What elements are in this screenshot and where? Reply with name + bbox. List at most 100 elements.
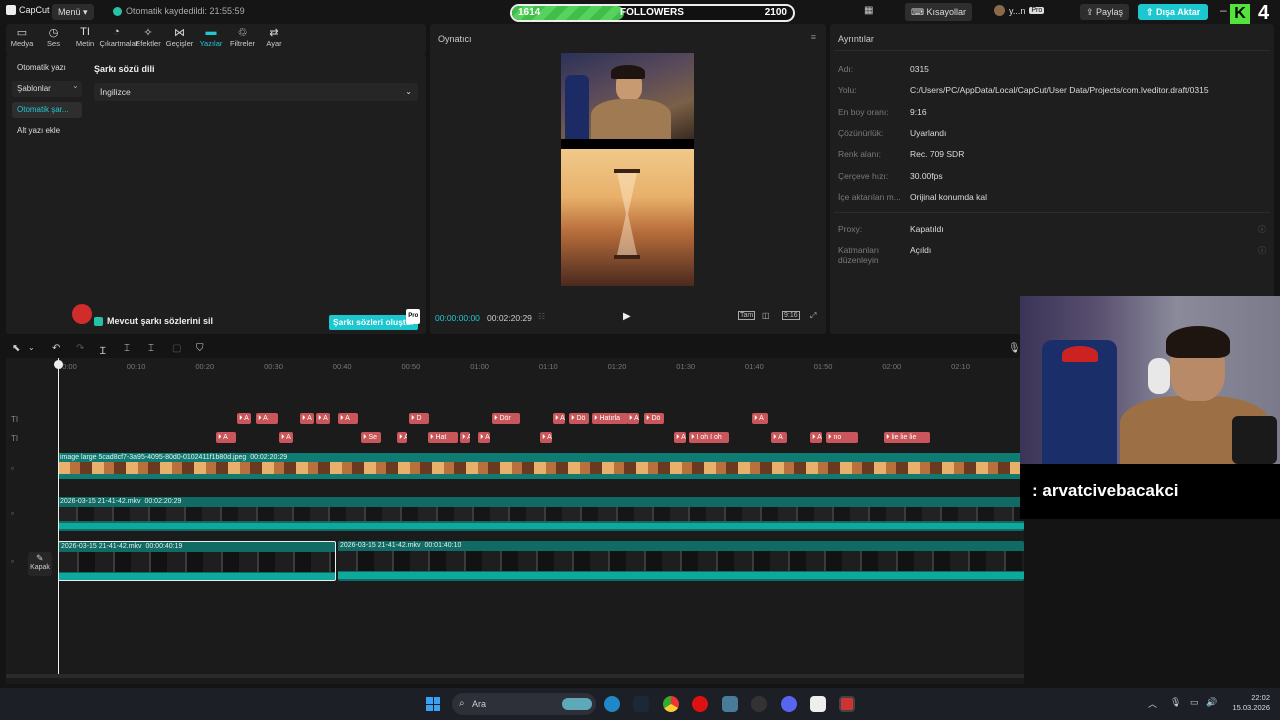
sidebar-item[interactable]: Otomatik şar...: [12, 102, 82, 118]
split-right-icon[interactable]: ⌶: [148, 343, 154, 354]
caption-clip[interactable]: ⏵ A: [300, 413, 314, 424]
timeline-scrollbar[interactable]: [6, 674, 1024, 678]
discord-icon[interactable]: [781, 696, 797, 712]
menu-icon[interactable]: ≡: [811, 32, 816, 42]
capcut-icon[interactable]: [810, 696, 826, 712]
tab-yazılar[interactable]: ▬ Yazılar: [194, 26, 228, 48]
caption-clip[interactable]: ⏵ A: [553, 413, 565, 424]
generate-label: Şarkı sözleri oluştur: [333, 317, 415, 327]
caption-clip[interactable]: ⏵ A: [674, 432, 686, 443]
caption-clip[interactable]: ⏵ Hat: [428, 432, 458, 443]
tab-medya[interactable]: ▭ Medya: [5, 26, 39, 48]
redo-icon[interactable]: ↷: [76, 343, 84, 354]
video-clip[interactable]: 2026-03-15 21-41-42.mkv 00:02:20:29: [58, 497, 1024, 531]
tab-çıkartmalar[interactable]: ◔ Çıkartmalar: [100, 26, 139, 48]
generate-lyrics-button[interactable]: Şarkı sözleri oluştur Pro: [329, 309, 421, 330]
caption-clip[interactable]: ⏵ A: [216, 432, 236, 443]
expand-icon[interactable]: ⤢: [810, 311, 816, 321]
video-clip[interactable]: 2026-03-15 21-41-42.mkv 00:01:40:10: [338, 541, 1024, 581]
caption-clip[interactable]: ⏵ A: [237, 413, 251, 424]
caption-clip[interactable]: ⏵ A: [540, 432, 552, 443]
image-clip[interactable]: image large 5cad8cf7-3a95-4095-80d0-0102…: [58, 453, 1024, 479]
caption-clip[interactable]: ⏵ Dö: [644, 413, 664, 424]
caption-clip[interactable]: ⏵ A: [279, 432, 293, 443]
text-icon: ⏵: [594, 415, 598, 422]
tab-metin[interactable]: TI Metin: [68, 26, 102, 48]
tab-ayar[interactable]: ⇄ Ayar: [257, 26, 291, 48]
playhead[interactable]: [58, 358, 59, 678]
caption-clip[interactable]: ⏵ Dö: [569, 413, 589, 424]
screenshot-icon[interactable]: ◫: [762, 311, 770, 320]
caption-clip[interactable]: ⏵ Dör: [492, 413, 520, 424]
split-left-icon[interactable]: ⌶: [124, 343, 130, 354]
caption-clip[interactable]: ⏵ A: [338, 413, 358, 424]
aspect-ratio-button[interactable]: 9:16: [782, 311, 800, 320]
user-account[interactable]: y...n Pro: [994, 5, 1045, 16]
chevron-up-icon[interactable]: ︿: [1148, 697, 1157, 710]
chrome-icon[interactable]: [663, 696, 679, 712]
info-icon[interactable]: ⓘ: [1258, 245, 1266, 256]
tool-icon: ▬: [205, 26, 217, 38]
system-clock[interactable]: 22:02 15.03.2026: [1232, 693, 1270, 713]
player-panel: Oynatıcı ≡ 00:00:00:00 00:02:20:29 ☷ ▶ T…: [430, 24, 826, 334]
caption-clip[interactable]: ⏵ A: [810, 432, 822, 443]
microphone-icon[interactable]: 🎙: [1170, 697, 1181, 708]
video-clip-selected[interactable]: 2026-03-15 21-41-42.mkv 00:00:40:19: [58, 541, 336, 581]
volume-icon[interactable]: 🔊: [1206, 697, 1217, 708]
clear-lyrics-checkbox[interactable]: Mevcut şarkı sözlerini sil: [94, 316, 213, 326]
caption-clip[interactable]: ⏵ Se: [361, 432, 381, 443]
caption-clip[interactable]: ⏵ A: [478, 432, 490, 443]
split-icon[interactable]: Ɪ: [100, 343, 106, 357]
shield-icon[interactable]: ⛉: [196, 343, 204, 354]
share-button[interactable]: ⇪ Paylaş: [1080, 4, 1130, 20]
opera-icon[interactable]: [692, 696, 708, 712]
select-cursor-icon[interactable]: ⬉: [12, 343, 20, 354]
edge-icon[interactable]: [604, 696, 620, 712]
export-button[interactable]: ⇧ Dışa Aktar: [1138, 4, 1209, 20]
caption-clip[interactable]: ⏵ A: [460, 432, 470, 443]
delete-icon[interactable]: ▢: [172, 343, 181, 354]
cover-button[interactable]: ✎ Kapak: [28, 552, 52, 576]
caption-clip[interactable]: ⏵ D: [409, 413, 429, 424]
timeline-toolbar: ⬉ ⌄ ↶ ↷ Ɪ ⌶ ⌶ ▢ ⛉ 🎙: [6, 338, 1026, 360]
layout-icon[interactable]: ▦: [864, 5, 873, 16]
clip-name: 2026-03-15 21-41-42.mkv 00:00:40:19: [61, 543, 183, 550]
steam-icon[interactable]: [633, 696, 649, 712]
tab-efektler[interactable]: ✧ Efektler: [131, 26, 165, 48]
caption-clip[interactable]: ⏵ I oh I oh: [689, 432, 729, 443]
caption-text: lie lie lie: [891, 434, 917, 441]
language-select[interactable]: İngilizce ⌄: [94, 83, 418, 101]
tab-filtreler[interactable]: ♲ Filtreler: [226, 26, 260, 48]
caption-clip[interactable]: ⏵ A: [256, 413, 278, 424]
play-icon[interactable]: ▶: [623, 311, 631, 322]
obs-icon[interactable]: [751, 696, 767, 712]
minimize-icon[interactable]: –: [1220, 3, 1227, 17]
caption-clip[interactable]: ⏵ A: [771, 432, 787, 443]
caption-clip[interactable]: ⏵ A: [627, 413, 639, 424]
caption-clip[interactable]: ⏵ A: [397, 432, 407, 443]
caption-clip[interactable]: ⏵ Hatırla: [592, 413, 628, 424]
fullscreen-mode-button[interactable]: Tam: [738, 311, 756, 320]
menu-button[interactable]: Menü ▾: [52, 4, 94, 20]
info-icon[interactable]: ⓘ: [1258, 224, 1266, 235]
caption-clip[interactable]: ⏵ no: [826, 432, 858, 443]
tab-ses[interactable]: ◷ Ses: [37, 26, 71, 48]
chevron-down-icon[interactable]: ⌄: [28, 343, 35, 352]
tab-geçişler[interactable]: ⋈ Geçişler: [163, 26, 197, 48]
windows-start-icon[interactable]: [426, 697, 440, 711]
caption-clip[interactable]: ⏵ A: [316, 413, 330, 424]
sidebar-item[interactable]: Otomatik yazı: [12, 60, 82, 76]
caption-clip[interactable]: ⏵ A: [752, 413, 768, 424]
timeline[interactable]: 00:00 00:10 00:20 00:30 00:40 00:50 01:00 01:10…: [6, 358, 1024, 684]
caption-clip[interactable]: ⏵ lie lie lie: [884, 432, 930, 443]
microphone-icon[interactable]: 🎙: [1008, 343, 1021, 354]
app-icon[interactable]: [839, 696, 855, 712]
app-icon[interactable]: [722, 696, 738, 712]
undo-icon[interactable]: ↶: [52, 343, 60, 354]
sidebar-item[interactable]: Alt yazı ekle: [12, 123, 82, 139]
network-icon[interactable]: ▭: [1190, 697, 1199, 708]
timeline-view-icon[interactable]: ☷: [538, 312, 545, 321]
shortcuts-button[interactable]: ⌨ Kısayollar: [905, 3, 973, 21]
taskbar-search[interactable]: ⌕ Ara: [452, 693, 596, 715]
text-icon: ⏵: [281, 434, 285, 441]
